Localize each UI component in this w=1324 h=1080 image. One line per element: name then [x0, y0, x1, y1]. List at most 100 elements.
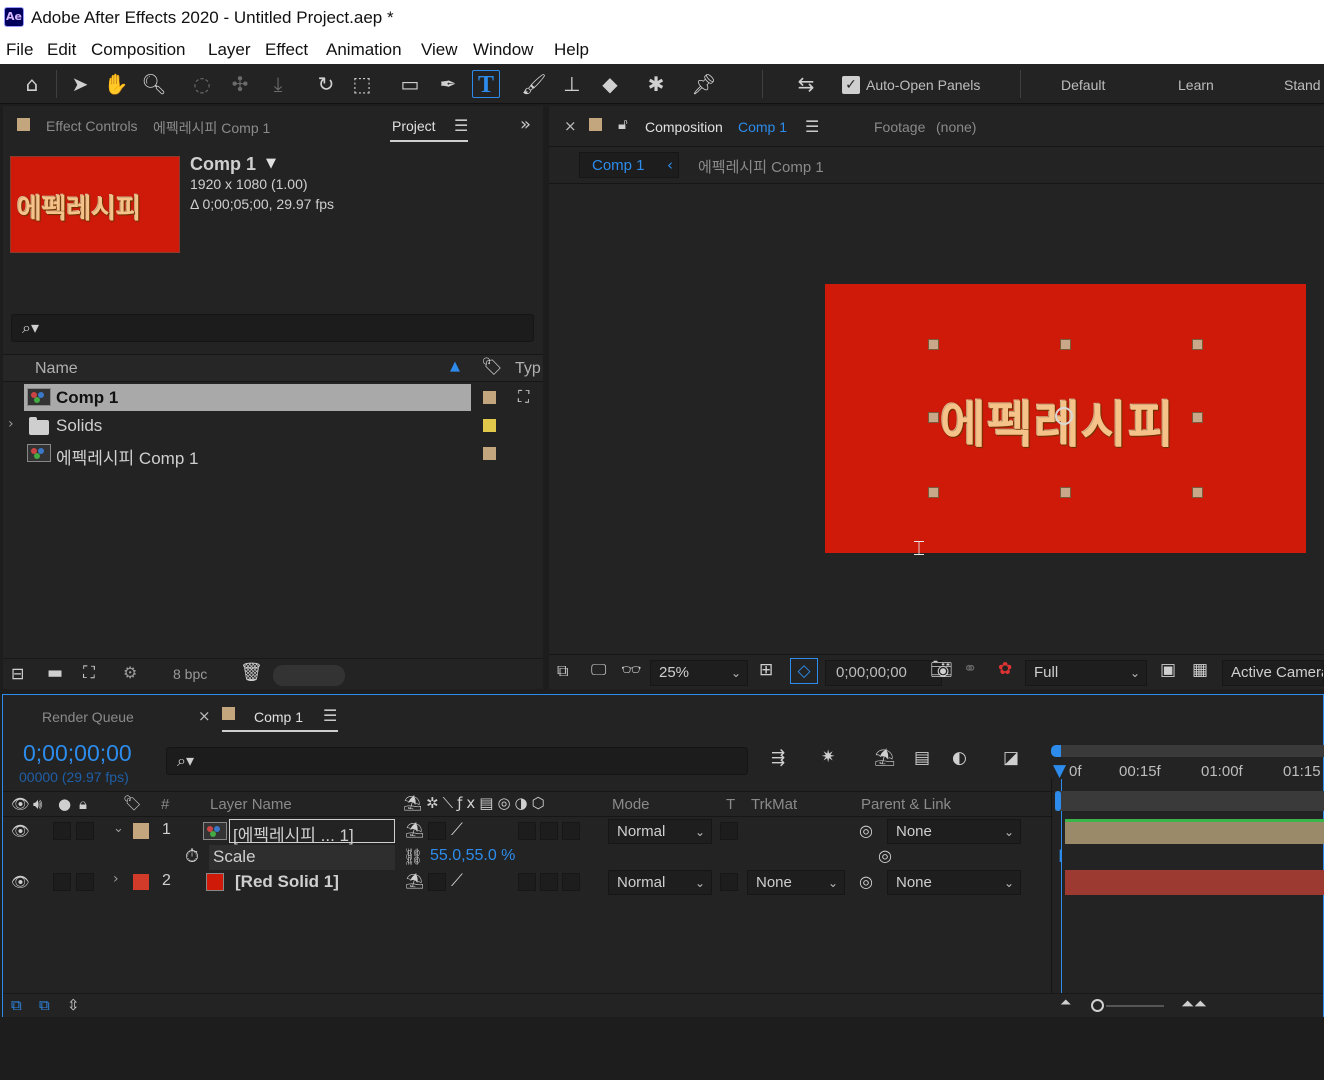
motion-blur-icon[interactable]: ◐	[952, 748, 967, 768]
project-item-comp-1[interactable]: Comp 1 ⛶	[3, 384, 539, 411]
label-color-swatch[interactable]	[483, 447, 496, 460]
project-search-input[interactable]: ⌕▾	[11, 314, 534, 342]
always-preview-icon[interactable]: ⧉	[557, 661, 568, 681]
navigator-start-handle[interactable]	[1055, 791, 1061, 811]
bit-depth-label[interactable]: 8 bpc	[173, 666, 207, 682]
quality-switch-icon[interactable]: ⟋	[451, 871, 463, 891]
menu-window[interactable]: Window	[473, 40, 533, 60]
menu-help[interactable]: Help	[554, 40, 589, 60]
region-of-interest-icon[interactable]: ▣	[1160, 660, 1176, 680]
column-layer-name[interactable]: Layer Name	[210, 796, 292, 813]
resolution-dropdown[interactable]: Full ⌄	[1025, 660, 1147, 686]
preserve-transparency-toggle[interactable]	[720, 873, 738, 891]
3d-glasses-icon[interactable]: 👓︎	[621, 660, 641, 679]
tab-effect-controls-target[interactable]: 에펙레시피 Comp 1	[153, 118, 270, 138]
monitor-icon[interactable]: 🖵︎	[591, 660, 606, 680]
snapshot-camera-icon[interactable]: 📷︎	[930, 659, 953, 680]
project-item-korean-comp[interactable]: 에펙레시피 Comp 1	[3, 440, 539, 468]
menu-edit[interactable]: Edit	[47, 40, 76, 60]
tab-timeline-comp[interactable]: Comp 1	[254, 709, 303, 725]
new-folder-icon[interactable]: ▬	[47, 663, 63, 683]
workspace-default[interactable]: Default	[1061, 77, 1105, 93]
project-settings-icon[interactable]: ⚙	[123, 663, 137, 682]
workspace-standard[interactable]: Stand	[1284, 77, 1321, 93]
stopwatch-icon[interactable]: ⏱︎	[185, 846, 199, 867]
tab-project[interactable]: Project	[392, 118, 436, 134]
label-tag-icon[interactable]: 🏷︎	[123, 794, 142, 812]
tab-render-queue[interactable]: Render Queue	[42, 709, 134, 725]
pick-whip-icon[interactable]: ◎	[859, 872, 873, 891]
layer-mode-dropdown[interactable]: Normal ⌄	[608, 870, 712, 895]
timeline-current-time[interactable]: 0;00;00;00	[23, 740, 132, 767]
hand-tool-icon[interactable]: ✋	[102, 70, 130, 98]
breadcrumb-current[interactable]: Comp 1 ‹	[579, 152, 679, 178]
panel-overflow-icon[interactable]: »	[520, 114, 531, 135]
pen-tool-icon[interactable]: ✒	[434, 70, 462, 98]
quality-switch-icon[interactable]: ⟋	[451, 820, 463, 840]
transform-handle[interactable]	[1192, 487, 1203, 498]
roto-brush-tool-icon[interactable]: ✱	[642, 70, 670, 98]
zoom-out-icon[interactable]: ⏶	[1060, 995, 1071, 1011]
channel-rgb-icon[interactable]: ✿	[998, 659, 1012, 679]
zoom-in-icon[interactable]: ⏶⏶	[1181, 994, 1207, 1014]
auto-open-panels-checkbox[interactable]: ✓	[842, 76, 860, 94]
pan-camera-icon[interactable]: ✣	[226, 70, 254, 98]
zoom-slider-track[interactable]	[1106, 1005, 1164, 1007]
solo-icon[interactable]: ●	[58, 795, 71, 813]
transform-handle[interactable]	[1192, 339, 1203, 350]
tab-composition-name[interactable]: Comp 1	[738, 119, 787, 135]
frame-blending-icon[interactable]: ▤	[914, 748, 930, 768]
draft-3d-icon[interactable]: ✷	[821, 747, 835, 767]
switch-cell[interactable]	[428, 873, 446, 891]
breadcrumb-next[interactable]: 에펙레시피 Comp 1	[698, 156, 824, 177]
timeline-navigator[interactable]	[1055, 791, 1324, 811]
panel-menu-icon[interactable]: ☰	[805, 117, 819, 136]
home-icon[interactable]: ⌂	[18, 70, 46, 98]
lock-toggle[interactable]	[76, 822, 94, 840]
video-visibility-icon[interactable]: 👁︎	[11, 795, 30, 813]
layer-label-color[interactable]	[133, 823, 149, 839]
show-snapshot-icon[interactable]: ⚭	[963, 659, 977, 679]
anchor-point-icon[interactable]	[1055, 407, 1073, 425]
comp-info-dropdown-icon[interactable]: ▼	[266, 156, 276, 171]
expand-chevron-icon[interactable]: ›	[8, 416, 14, 432]
solo-toggle[interactable]	[53, 873, 71, 891]
work-area-start-handle[interactable]	[1051, 745, 1061, 757]
scale-value[interactable]: 55.0,55.0 %	[430, 847, 515, 865]
zoom-slider-thumb[interactable]	[1091, 999, 1104, 1012]
comp-mini-flowchart-icon[interactable]: ⇶	[771, 748, 785, 768]
label-tag-icon[interactable]: 🏷︎	[481, 357, 503, 377]
menu-layer[interactable]: Layer	[208, 40, 251, 60]
composition-viewer[interactable]: 에펙레시피 ⌶	[549, 185, 1324, 649]
close-tab-icon[interactable]: ×	[198, 707, 211, 725]
transform-handle[interactable]	[1060, 487, 1071, 498]
interpret-footage-icon[interactable]: ⊟	[11, 664, 24, 683]
project-item-solids[interactable]: › Solids	[3, 412, 539, 439]
eraser-tool-icon[interactable]: ◆	[596, 70, 624, 98]
audio-icon[interactable]: 🔊︎	[33, 795, 42, 813]
new-composition-icon[interactable]: ⛶	[83, 663, 95, 683]
dolly-camera-icon[interactable]: ⤓	[264, 70, 292, 98]
panel-menu-icon[interactable]: ☰	[323, 706, 337, 725]
camera-view-dropdown[interactable]: Active Camera	[1222, 660, 1324, 686]
switch-cell[interactable]	[518, 873, 536, 891]
tab-composition[interactable]: Composition	[645, 119, 723, 135]
menu-composition[interactable]: Composition	[91, 40, 186, 60]
transform-handle[interactable]	[928, 412, 939, 423]
type-tool-icon[interactable]: T	[472, 70, 500, 98]
zoom-tool-icon[interactable]: 🔍︎	[140, 70, 168, 98]
label-color-swatch[interactable]	[483, 419, 496, 432]
transform-handle[interactable]	[1060, 339, 1071, 350]
layer-name[interactable]: [Red Solid 1]	[235, 872, 339, 892]
switch-cell[interactable]	[518, 822, 536, 840]
layer-mode-dropdown[interactable]: Normal ⌄	[608, 819, 712, 844]
shy-layers-icon[interactable]: ⛱	[874, 748, 896, 768]
timeline-layer-row[interactable]: 👁︎ › 2 [Red Solid 1] ⛱ ⟋ Normal ⌄ None ⌄ ◎…	[3, 870, 1049, 895]
brush-tool-icon[interactable]: 🖌︎	[520, 70, 548, 98]
menu-animation[interactable]: Animation	[326, 40, 402, 60]
menu-view[interactable]: View	[421, 40, 458, 60]
modes-toggle-icon[interactable]: ⧉	[39, 996, 50, 1014]
layer-switches-toggle-icon[interactable]: ⧉	[11, 996, 22, 1014]
orbit-camera-icon[interactable]: ◌	[188, 70, 216, 98]
preserve-transparency-toggle[interactable]	[720, 822, 738, 840]
